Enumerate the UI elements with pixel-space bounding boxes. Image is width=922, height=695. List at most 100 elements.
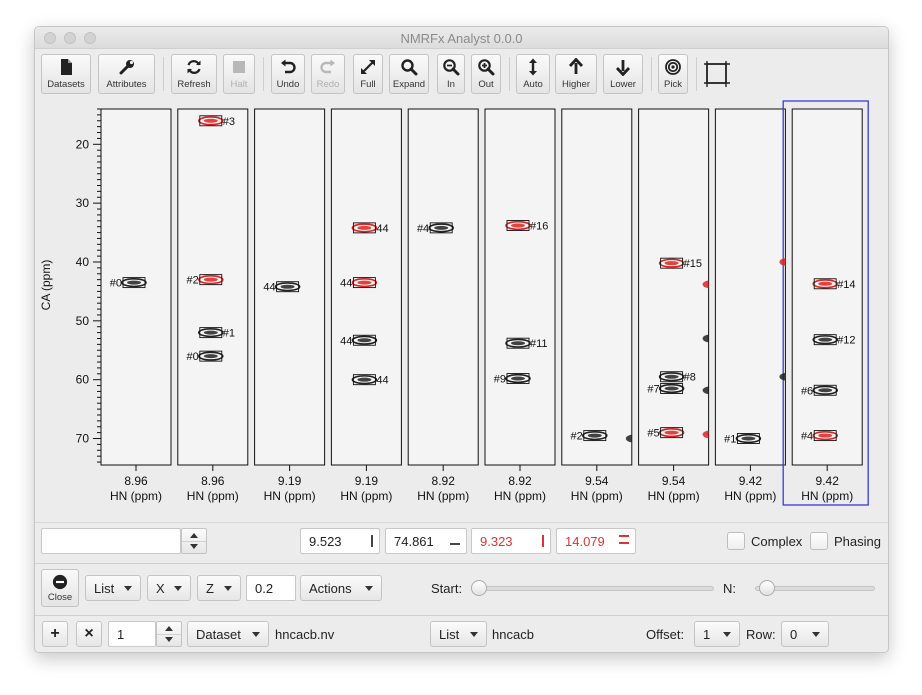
controls-bar: Close List X Z 0.2 Actions Start: N: (35, 563, 888, 613)
delta-ca-field[interactable]: 14.079 (556, 528, 636, 554)
higher-button[interactable]: Higher (555, 54, 597, 94)
strip-3: 9.19HN (ppm) (254, 108, 326, 503)
offset-combo-value: 1 (703, 627, 711, 642)
dataset-combo[interactable]: Dataset (187, 621, 269, 647)
refresh-label: Refresh (177, 79, 211, 90)
delta-ca-value: 14.079 (565, 534, 605, 549)
coordinate-bar: 9.523 74.861 9.323 14.079 Complex Phasin… (35, 522, 888, 558)
refresh-icon (187, 60, 201, 74)
cursor-hn-field[interactable]: 9.523 (300, 528, 380, 554)
strip-plot[interactable]: 8.96HN (ppm)8.96HN (ppm)9.19HN (ppm)9.19… (35, 99, 888, 517)
x-tick-label: 9.42 (739, 474, 763, 488)
peak-label: 44 (376, 375, 388, 387)
phasing-label: Phasing (834, 534, 881, 549)
row-combo[interactable]: 0 (781, 621, 829, 647)
x-tick-label: 8.96 (201, 474, 225, 488)
peak-core (511, 376, 525, 381)
peaklist-combo[interactable]: List (430, 621, 487, 647)
index-stepper[interactable] (156, 621, 182, 647)
index-field[interactable]: 1 (108, 621, 156, 647)
add-button[interactable]: + (42, 621, 68, 647)
peak-label: #2 (187, 275, 199, 287)
chevron-down-icon (812, 632, 820, 637)
x-combo[interactable]: X (147, 575, 191, 601)
complex-label: Complex (751, 534, 803, 549)
document-icon (61, 59, 72, 75)
z-combo-value: Z (206, 581, 214, 596)
search-field[interactable] (41, 528, 181, 554)
peak-core (203, 118, 218, 123)
row-label: Row: (746, 627, 776, 642)
strip-7: 9.54HN (ppm) (561, 108, 633, 503)
strip-frame (407, 108, 479, 466)
halt-button[interactable]: Halt (223, 54, 255, 94)
chevron-down-icon (365, 586, 373, 591)
peak-core (357, 280, 372, 285)
search-icon (401, 59, 418, 76)
redo-button[interactable]: Redo (311, 54, 345, 94)
chevron-down-icon (174, 586, 182, 591)
zoom-out-icon (478, 59, 495, 76)
peak-core (280, 284, 295, 289)
peak-label: #4 (417, 223, 429, 235)
datasets-button[interactable]: Datasets (41, 54, 91, 94)
spectrum-canvas[interactable]: 8.96 HN (ppm) 8.96 HN (ppm) 9.19 HN (ppm) 9.19… (35, 99, 888, 517)
peak-core (203, 354, 218, 359)
peak-core (664, 386, 679, 391)
start-slider-knob[interactable] (471, 580, 487, 596)
crop-button[interactable] (703, 54, 731, 94)
start-label: Start: (431, 581, 463, 596)
z-value-field[interactable]: 0.2 (246, 575, 296, 601)
full-label: Full (360, 79, 376, 90)
close-circle-icon (52, 574, 68, 590)
auto-button[interactable]: Auto (516, 54, 550, 94)
delta-hn-value: 9.323 (480, 534, 513, 549)
complex-checkbox[interactable] (727, 532, 745, 550)
peak-core (818, 433, 833, 438)
delta-hn-field[interactable]: 9.323 (471, 528, 551, 554)
toolbar-separator (163, 57, 164, 91)
cursor-ca-field[interactable]: 74.861 (385, 528, 467, 554)
full-button[interactable]: Full (353, 54, 383, 94)
lower-button[interactable]: Lower (603, 54, 643, 94)
attributes-button[interactable]: Attributes (98, 54, 155, 94)
undo-button[interactable]: Undo (271, 54, 305, 94)
offset-label: Offset: (646, 627, 685, 642)
list-combo[interactable]: List (85, 575, 141, 601)
expand-label: Expand (392, 79, 426, 90)
search-stepper[interactable] (181, 528, 207, 554)
start-slider[interactable] (472, 586, 714, 591)
pick-button[interactable]: Pick (658, 54, 688, 94)
y-tick-label: 60 (76, 373, 90, 387)
x-tick-label: 9.54 (585, 474, 609, 488)
peak-core (741, 436, 756, 441)
y-tick-label: 30 (76, 196, 90, 210)
attributes-label: Attributes (106, 79, 147, 90)
n-slider-knob[interactable] (759, 580, 775, 596)
refresh-button[interactable]: Refresh (171, 54, 217, 94)
remove-button[interactable]: × (76, 621, 102, 647)
peak-label: #15 (684, 258, 702, 270)
z-combo[interactable]: Z (197, 575, 241, 601)
peak-core (511, 341, 525, 346)
zoom-out-button[interactable]: Out (471, 54, 501, 94)
peak-label: #1 (724, 434, 736, 446)
toolbar-separator (651, 57, 652, 91)
actions-combo[interactable]: Actions (300, 575, 382, 601)
pick-label: Pick (664, 79, 682, 90)
zoom-in-button[interactable]: In (437, 54, 465, 94)
phasing-checkbox[interactable] (810, 532, 828, 550)
peak-label: #4 (801, 431, 813, 443)
peak-core (818, 281, 833, 286)
x-axis-label: HN (ppm) (724, 489, 776, 503)
peak-label: #2 (571, 431, 583, 443)
offset-combo[interactable]: 1 (694, 621, 740, 647)
close-button[interactable]: Close (41, 569, 79, 607)
target-icon (665, 59, 681, 75)
peak-label: #7 (647, 384, 659, 396)
expand-button[interactable]: Expand (389, 54, 429, 94)
strip-frame (177, 108, 249, 466)
strip-frame (714, 108, 786, 466)
peak-core (664, 430, 679, 435)
strip-5: 8.92HN (ppm) (407, 108, 479, 503)
